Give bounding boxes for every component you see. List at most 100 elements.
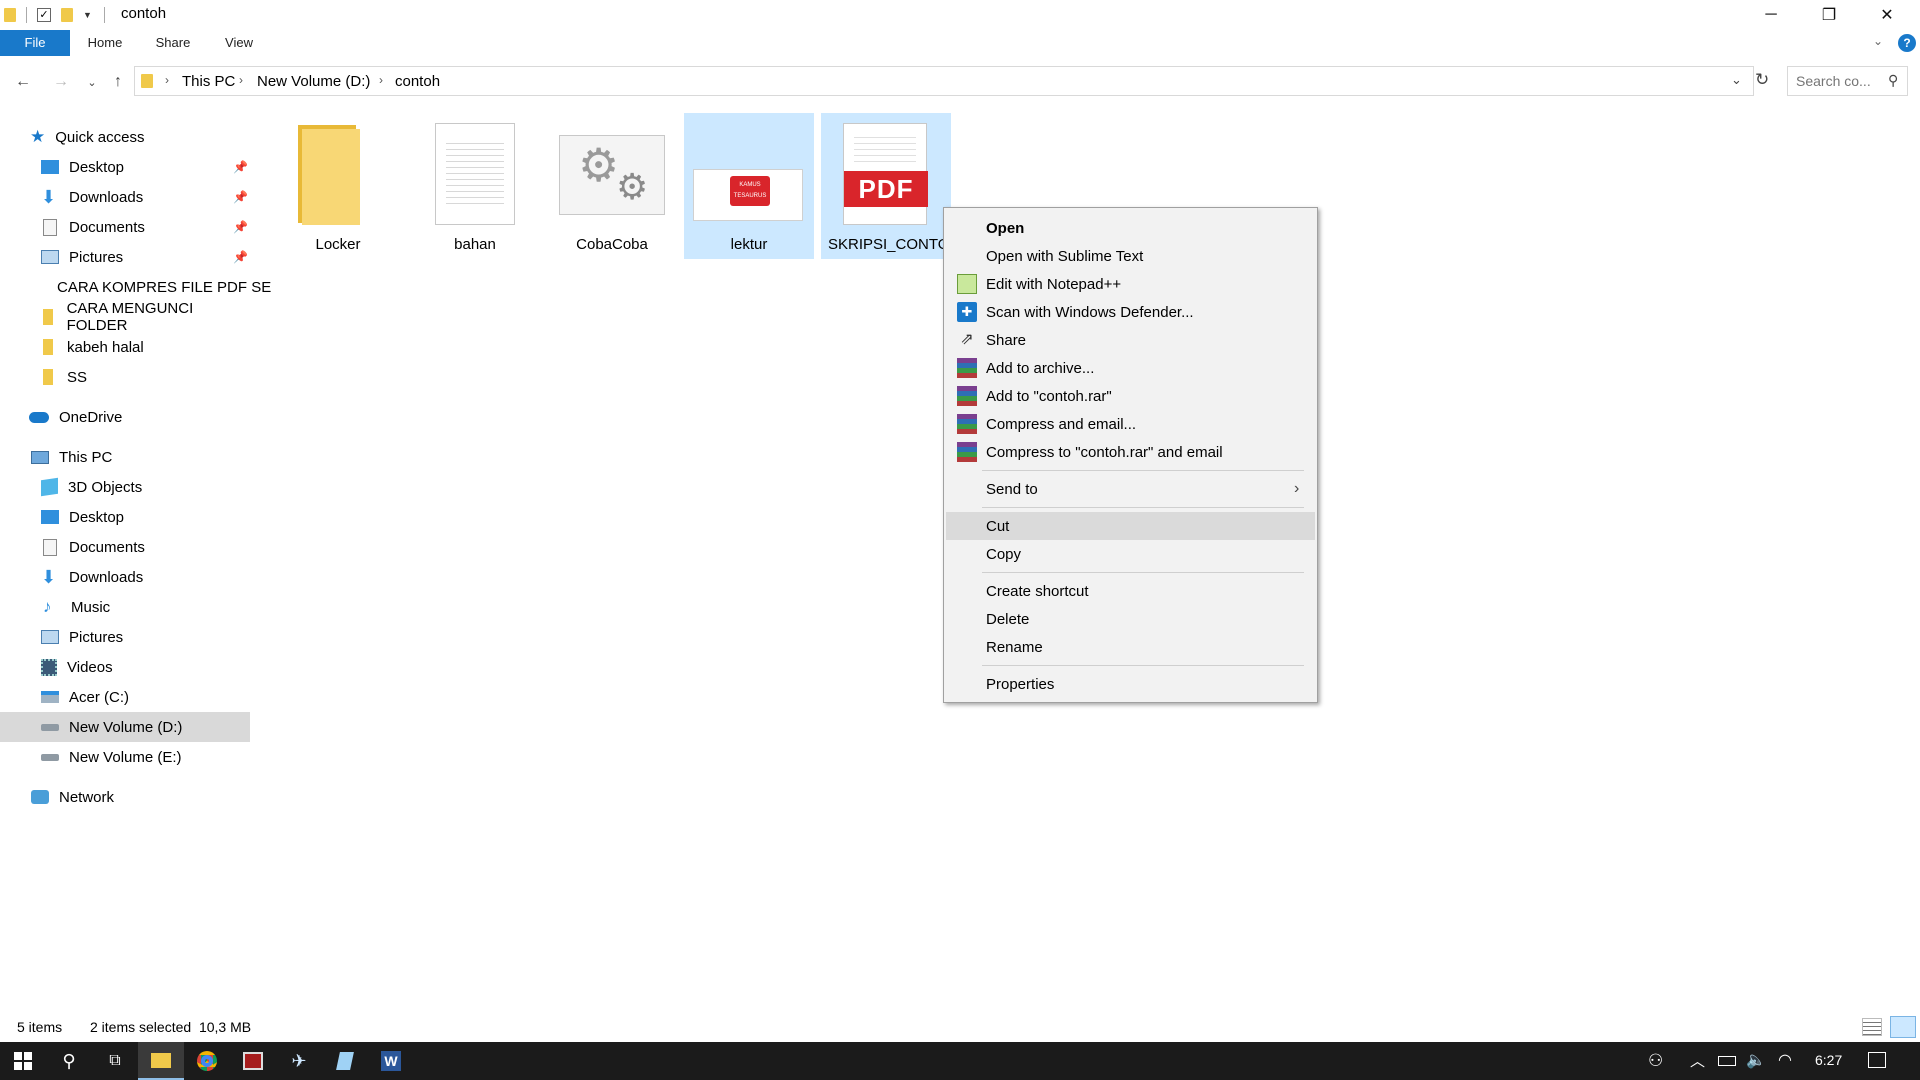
drive-windows-icon — [41, 691, 59, 703]
sidebar-item-cara-mengunci[interactable]: CARA MENGUNCI FOLDER — [0, 300, 250, 334]
menu-item-properties[interactable]: Properties — [946, 670, 1315, 698]
pin-icon[interactable]: 📌 — [233, 160, 248, 174]
sidebar-item-pc-desktop[interactable]: Desktop — [0, 502, 250, 532]
sidebar-item-pc-downloads[interactable]: ⬇ Downloads — [0, 562, 250, 592]
word-icon[interactable]: W — [368, 1042, 414, 1080]
pin-icon[interactable]: 📌 — [233, 190, 248, 204]
sidebar-item-kabeh-halal[interactable]: kabeh halal — [0, 332, 250, 362]
chevron-right-icon: › — [1294, 480, 1300, 497]
help-icon[interactable]: ? — [1898, 34, 1916, 52]
menu-item-create-shortcut[interactable]: Create shortcut — [946, 577, 1315, 605]
download-arrow-icon: ⬇ — [41, 566, 57, 587]
menu-separator — [982, 665, 1304, 666]
sidebar-item-pictures[interactable]: Pictures 📌 — [0, 242, 250, 272]
address-dropdown-icon[interactable]: ⌄ — [1731, 72, 1742, 88]
customize-toolbar-icon[interactable]: ▼ — [83, 10, 92, 20]
people-icon[interactable]: ⚇ — [1648, 1051, 1663, 1071]
menu-item-open[interactable]: Open — [946, 214, 1315, 242]
tab-file[interactable]: File — [0, 30, 70, 56]
menu-label: Properties — [986, 675, 1055, 693]
search-icon[interactable]: ⚲ — [46, 1042, 92, 1080]
download-arrow-icon: ⬇ — [41, 186, 57, 207]
breadcrumb-separator: › — [165, 73, 169, 87]
sidebar-item-documents[interactable]: Documents 📌 — [0, 212, 250, 242]
task-view-icon[interactable]: ⧉ — [92, 1042, 138, 1080]
file-explorer-taskbar-icon[interactable] — [138, 1042, 184, 1080]
address-bar[interactable]: › This PC › New Volume (D:) › contoh ⌄ — [134, 66, 1754, 96]
menu-item-open-with-sublime[interactable]: Open with Sublime Text — [946, 242, 1315, 270]
breadcrumb-new-volume-d[interactable]: New Volume (D:) — [257, 73, 370, 90]
search-box[interactable]: ⚲ — [1787, 66, 1908, 96]
wifi-icon[interactable]: ◠ — [1778, 1050, 1792, 1070]
sidebar-item-desktop[interactable]: Desktop 📌 — [0, 152, 250, 182]
file-item-bahan[interactable]: bahan — [410, 113, 540, 259]
sidebar-item-new-volume-d[interactable]: New Volume (D:) — [0, 712, 250, 742]
chevron-up-icon[interactable]: ︿ — [1690, 1050, 1705, 1071]
details-view-icon[interactable] — [1862, 1018, 1882, 1036]
menu-item-add-to-contoh-rar[interactable]: Add to "contoh.rar" — [946, 382, 1315, 410]
bird-app-icon[interactable]: ✈ — [276, 1042, 322, 1080]
sidebar-item-network[interactable]: Network — [0, 782, 250, 812]
menu-item-compress-contoh-rar-email[interactable]: Compress to "contoh.rar" and email — [946, 438, 1315, 466]
sidebar-item-acer-c[interactable]: Acer (C:) — [0, 682, 250, 712]
tab-share[interactable]: Share — [148, 30, 198, 56]
file-item-locker[interactable]: Locker — [273, 113, 403, 259]
sidebar-label: Quick access — [55, 128, 145, 146]
back-arrow-icon[interactable]: ← — [11, 70, 35, 94]
sidebar-item-cara-kompres[interactable]: CARA KOMPRES FILE PDF SE — [0, 272, 271, 302]
battery-icon[interactable] — [1718, 1056, 1736, 1066]
sidebar-item-music[interactable]: ♪ Music — [0, 592, 250, 622]
clock-time[interactable]: 6:27 — [1815, 1052, 1842, 1068]
folder-icon — [4, 8, 16, 22]
search-input[interactable] — [1796, 67, 1886, 95]
close-button[interactable]: ✕ — [1858, 0, 1916, 30]
tab-view[interactable]: View — [214, 30, 264, 56]
breadcrumb-contoh[interactable]: contoh — [395, 73, 440, 90]
menu-item-compress-email[interactable]: Compress and email... — [946, 410, 1315, 438]
sidebar-item-onedrive[interactable]: OneDrive — [0, 402, 250, 432]
menu-item-copy[interactable]: Copy — [946, 540, 1315, 568]
restore-button[interactable]: ❐ — [1800, 0, 1858, 30]
menu-item-edit-notepadpp[interactable]: Edit with Notepad++ — [946, 270, 1315, 298]
sidebar-item-ss[interactable]: SS — [0, 362, 250, 392]
menu-item-add-to-archive[interactable]: Add to archive... — [946, 354, 1315, 382]
menu-item-share[interactable]: ⇗ Share — [946, 326, 1315, 354]
pin-icon[interactable]: 📌 — [233, 220, 248, 234]
sidebar-item-videos[interactable]: Videos — [0, 652, 250, 682]
forward-arrow-icon[interactable]: → — [49, 70, 73, 94]
file-item-lektur[interactable]: KAMUS TESAURUS lektur — [684, 113, 814, 259]
sidebar-item-pc-pictures[interactable]: Pictures — [0, 622, 250, 652]
pin-icon[interactable]: 📌 — [233, 250, 248, 264]
menu-item-rename[interactable]: Rename — [946, 633, 1315, 661]
breadcrumb-this-pc[interactable]: This PC — [182, 73, 235, 90]
notepad-icon[interactable] — [322, 1042, 368, 1080]
sidebar-item-quick-access[interactable]: ★ Quick access — [0, 122, 250, 152]
refresh-icon[interactable]: ↻ — [1755, 70, 1769, 90]
menu-item-delete[interactable]: Delete — [946, 605, 1315, 633]
sidebar-item-downloads[interactable]: ⬇ Downloads 📌 — [0, 182, 250, 212]
sidebar-item-3d-objects[interactable]: 3D Objects — [0, 472, 250, 502]
up-arrow-icon[interactable]: ↑ — [106, 70, 130, 94]
minimize-button[interactable]: ─ — [1742, 0, 1800, 30]
expand-ribbon-icon[interactable]: ⌄ — [1873, 34, 1883, 48]
folder-icon — [43, 339, 53, 355]
properties-check-icon[interactable]: ✓ — [37, 8, 51, 22]
start-button[interactable] — [0, 1042, 46, 1080]
file-item-skripsi-contoh[interactable]: PDF SKRIPSI_CONTOH — [821, 113, 951, 259]
file-item-cobacoba[interactable]: ⚙ ⚙ CobaCoba — [547, 113, 677, 259]
volume-icon[interactable]: 🔈 — [1746, 1050, 1766, 1070]
recent-locations-icon[interactable]: ⌄ — [80, 70, 104, 94]
large-icons-view-icon[interactable] — [1890, 1016, 1916, 1038]
tab-home[interactable]: Home — [80, 30, 130, 56]
sidebar-item-new-volume-e[interactable]: New Volume (E:) — [0, 742, 250, 772]
notifications-icon[interactable] — [1868, 1052, 1886, 1068]
new-folder-icon[interactable] — [61, 8, 73, 22]
sidebar-item-this-pc[interactable]: This PC — [0, 442, 250, 472]
chrome-icon[interactable] — [184, 1042, 230, 1080]
menu-item-scan-defender[interactable]: ✚ Scan with Windows Defender... — [946, 298, 1315, 326]
breadcrumb-separator: › — [239, 73, 243, 87]
media-player-icon[interactable] — [230, 1042, 276, 1080]
menu-item-send-to[interactable]: Send to › — [946, 475, 1315, 503]
sidebar-item-pc-documents[interactable]: Documents — [0, 532, 250, 562]
menu-item-cut[interactable]: Cut — [946, 512, 1315, 540]
